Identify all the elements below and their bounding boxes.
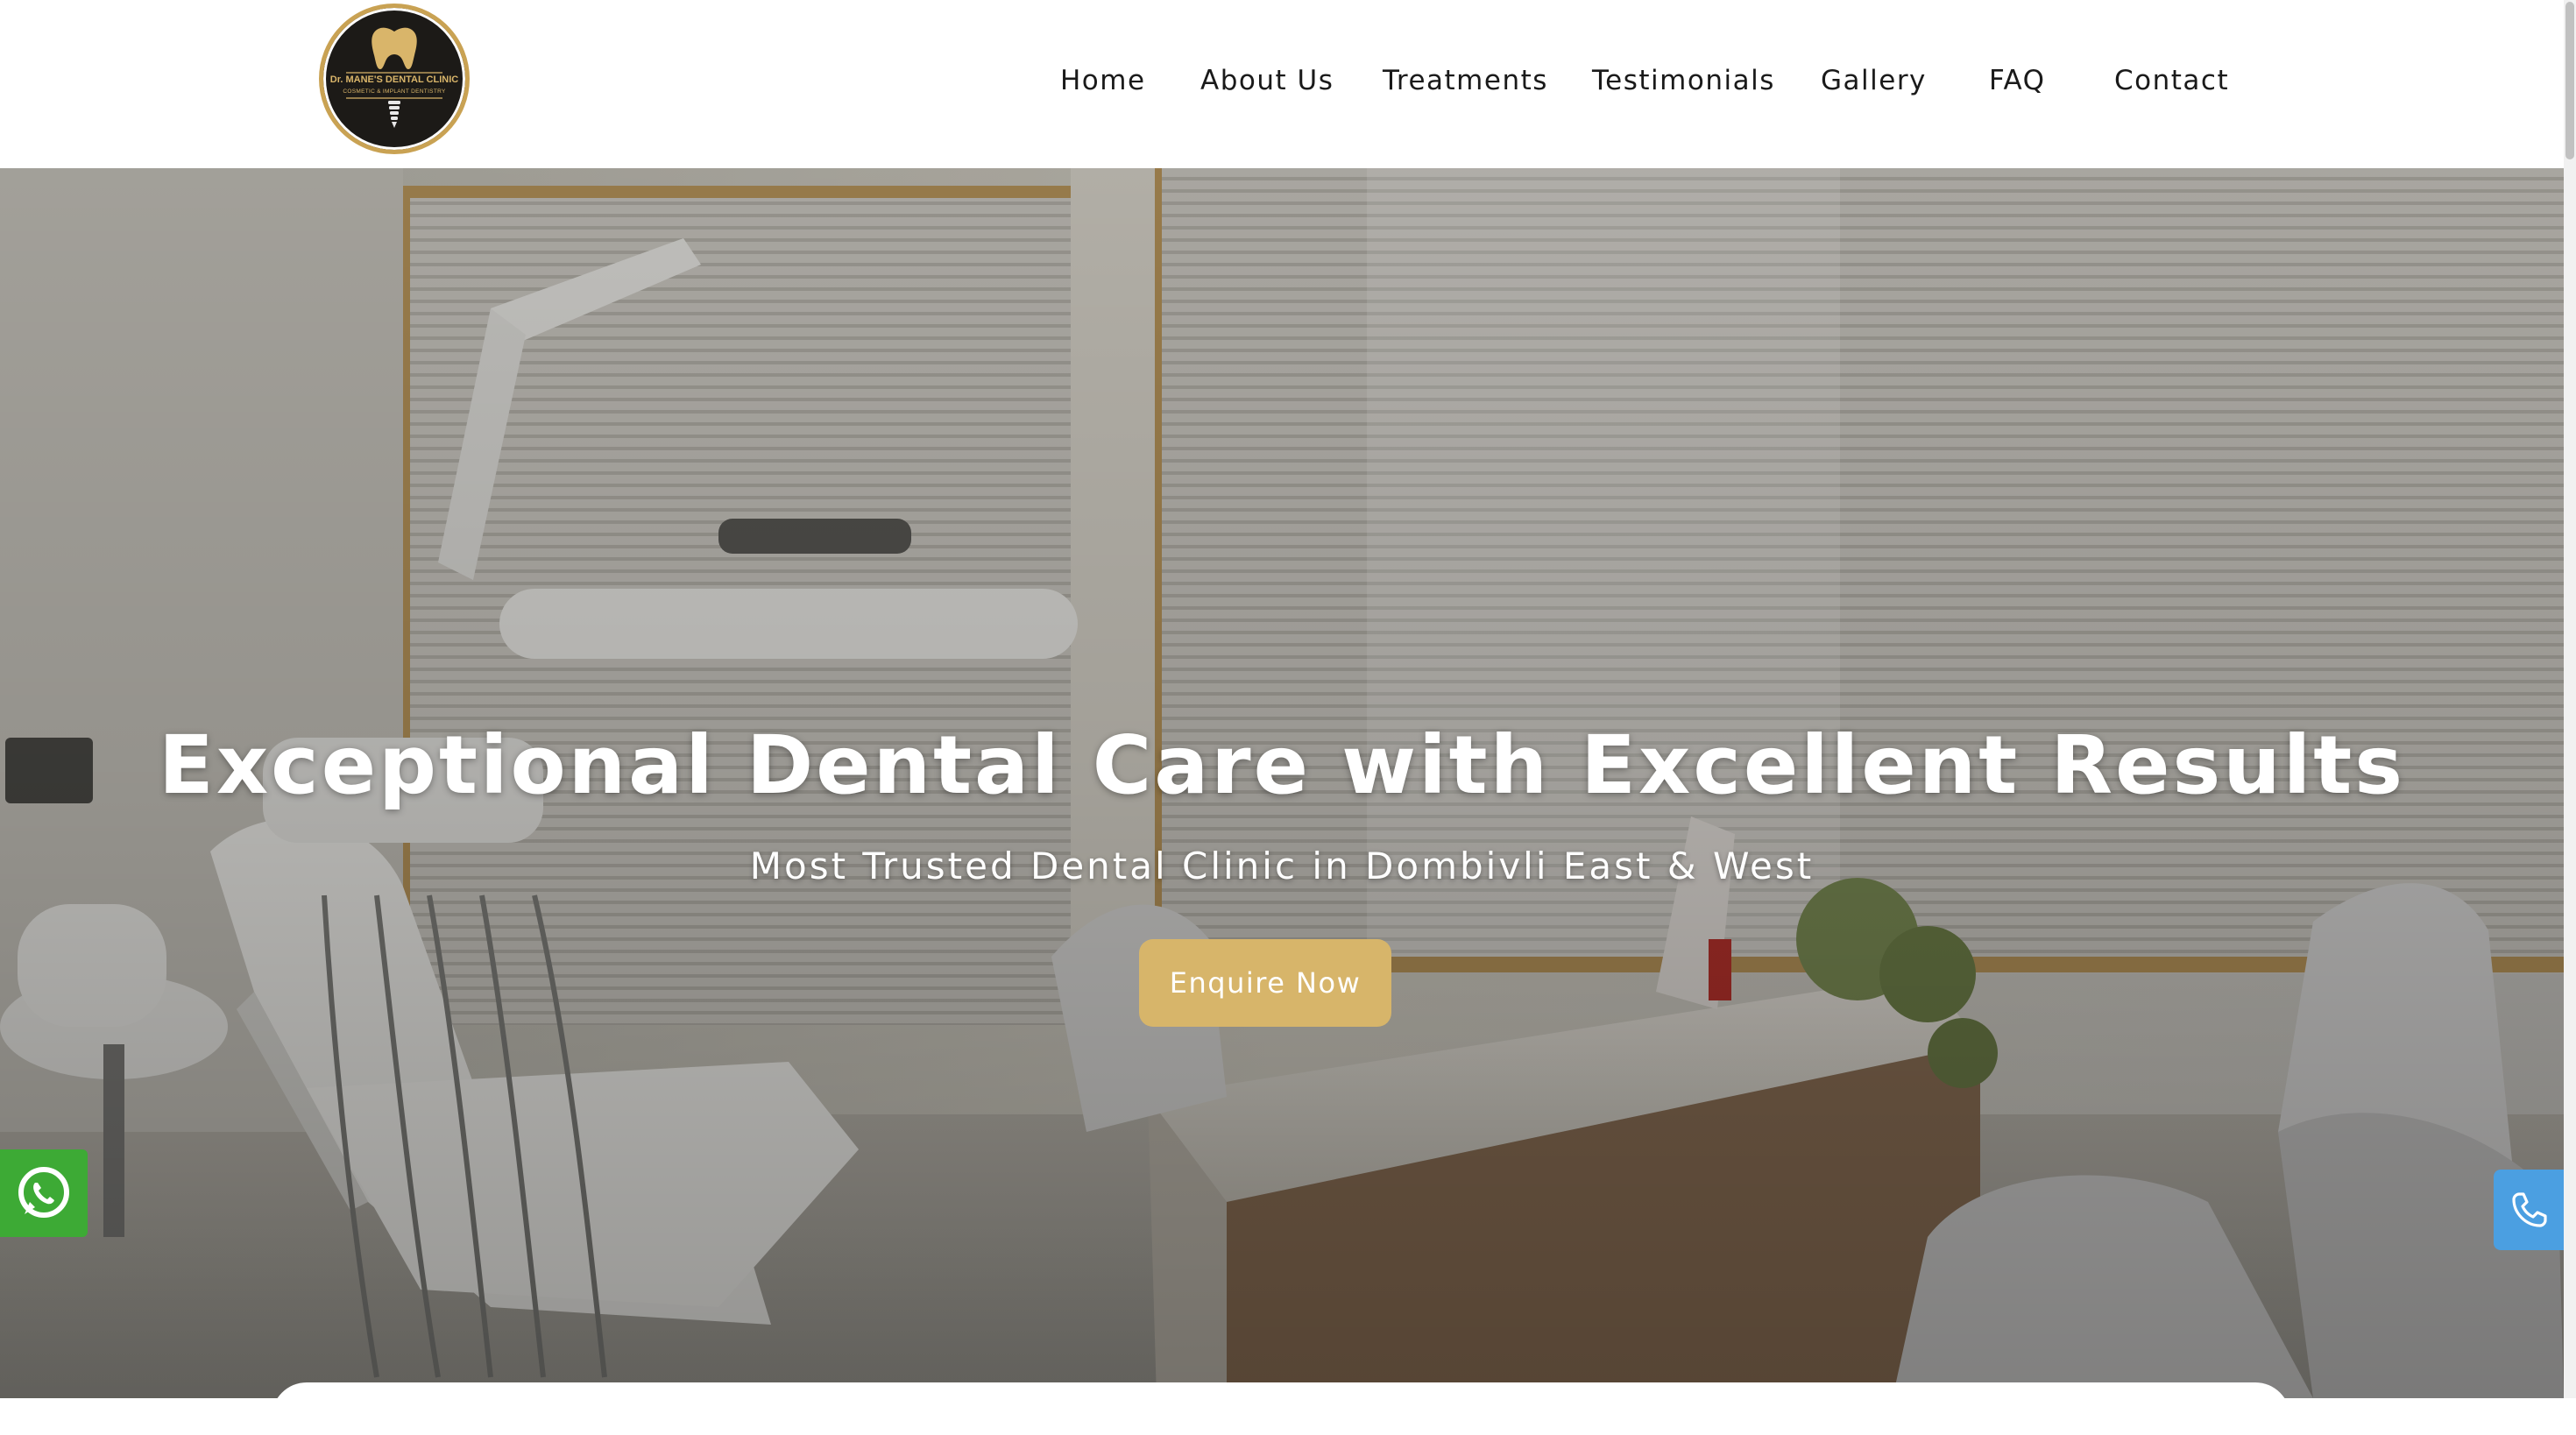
- hero-section: Exceptional Dental Care with Excellent R…: [0, 168, 2564, 1398]
- nav-gallery[interactable]: Gallery: [1821, 65, 1927, 96]
- whatsapp-icon: [18, 1167, 69, 1218]
- phone-button[interactable]: [2494, 1170, 2565, 1250]
- nav-home[interactable]: Home: [1060, 65, 1146, 96]
- next-section-card: [272, 1382, 2290, 1435]
- nav-testimonials[interactable]: Testimonials: [1592, 65, 1775, 96]
- main-nav: Home About Us Treatments Testimonials Ga…: [0, 0, 2558, 168]
- page-scrollbar[interactable]: [2564, 0, 2576, 1398]
- enquire-now-button[interactable]: Enquire Now: [1139, 939, 1391, 1027]
- nav-faq[interactable]: FAQ: [1989, 65, 2046, 96]
- hero-subtitle: Most Trusted Dental Clinic in Dombivli E…: [749, 845, 1815, 887]
- site-header: Dr. MANE'S DENTAL CLINIC COSMETIC & IMPL…: [0, 0, 2558, 168]
- nav-about-us[interactable]: About Us: [1200, 65, 1334, 96]
- nav-treatments[interactable]: Treatments: [1383, 65, 1548, 96]
- phone-icon: [2512, 1192, 2547, 1227]
- nav-contact[interactable]: Contact: [2114, 65, 2229, 96]
- scrollbar-thumb[interactable]: [2565, 2, 2574, 159]
- hero-title: Exceptional Dental Care with Excellent R…: [158, 718, 2405, 812]
- whatsapp-button[interactable]: [0, 1149, 88, 1237]
